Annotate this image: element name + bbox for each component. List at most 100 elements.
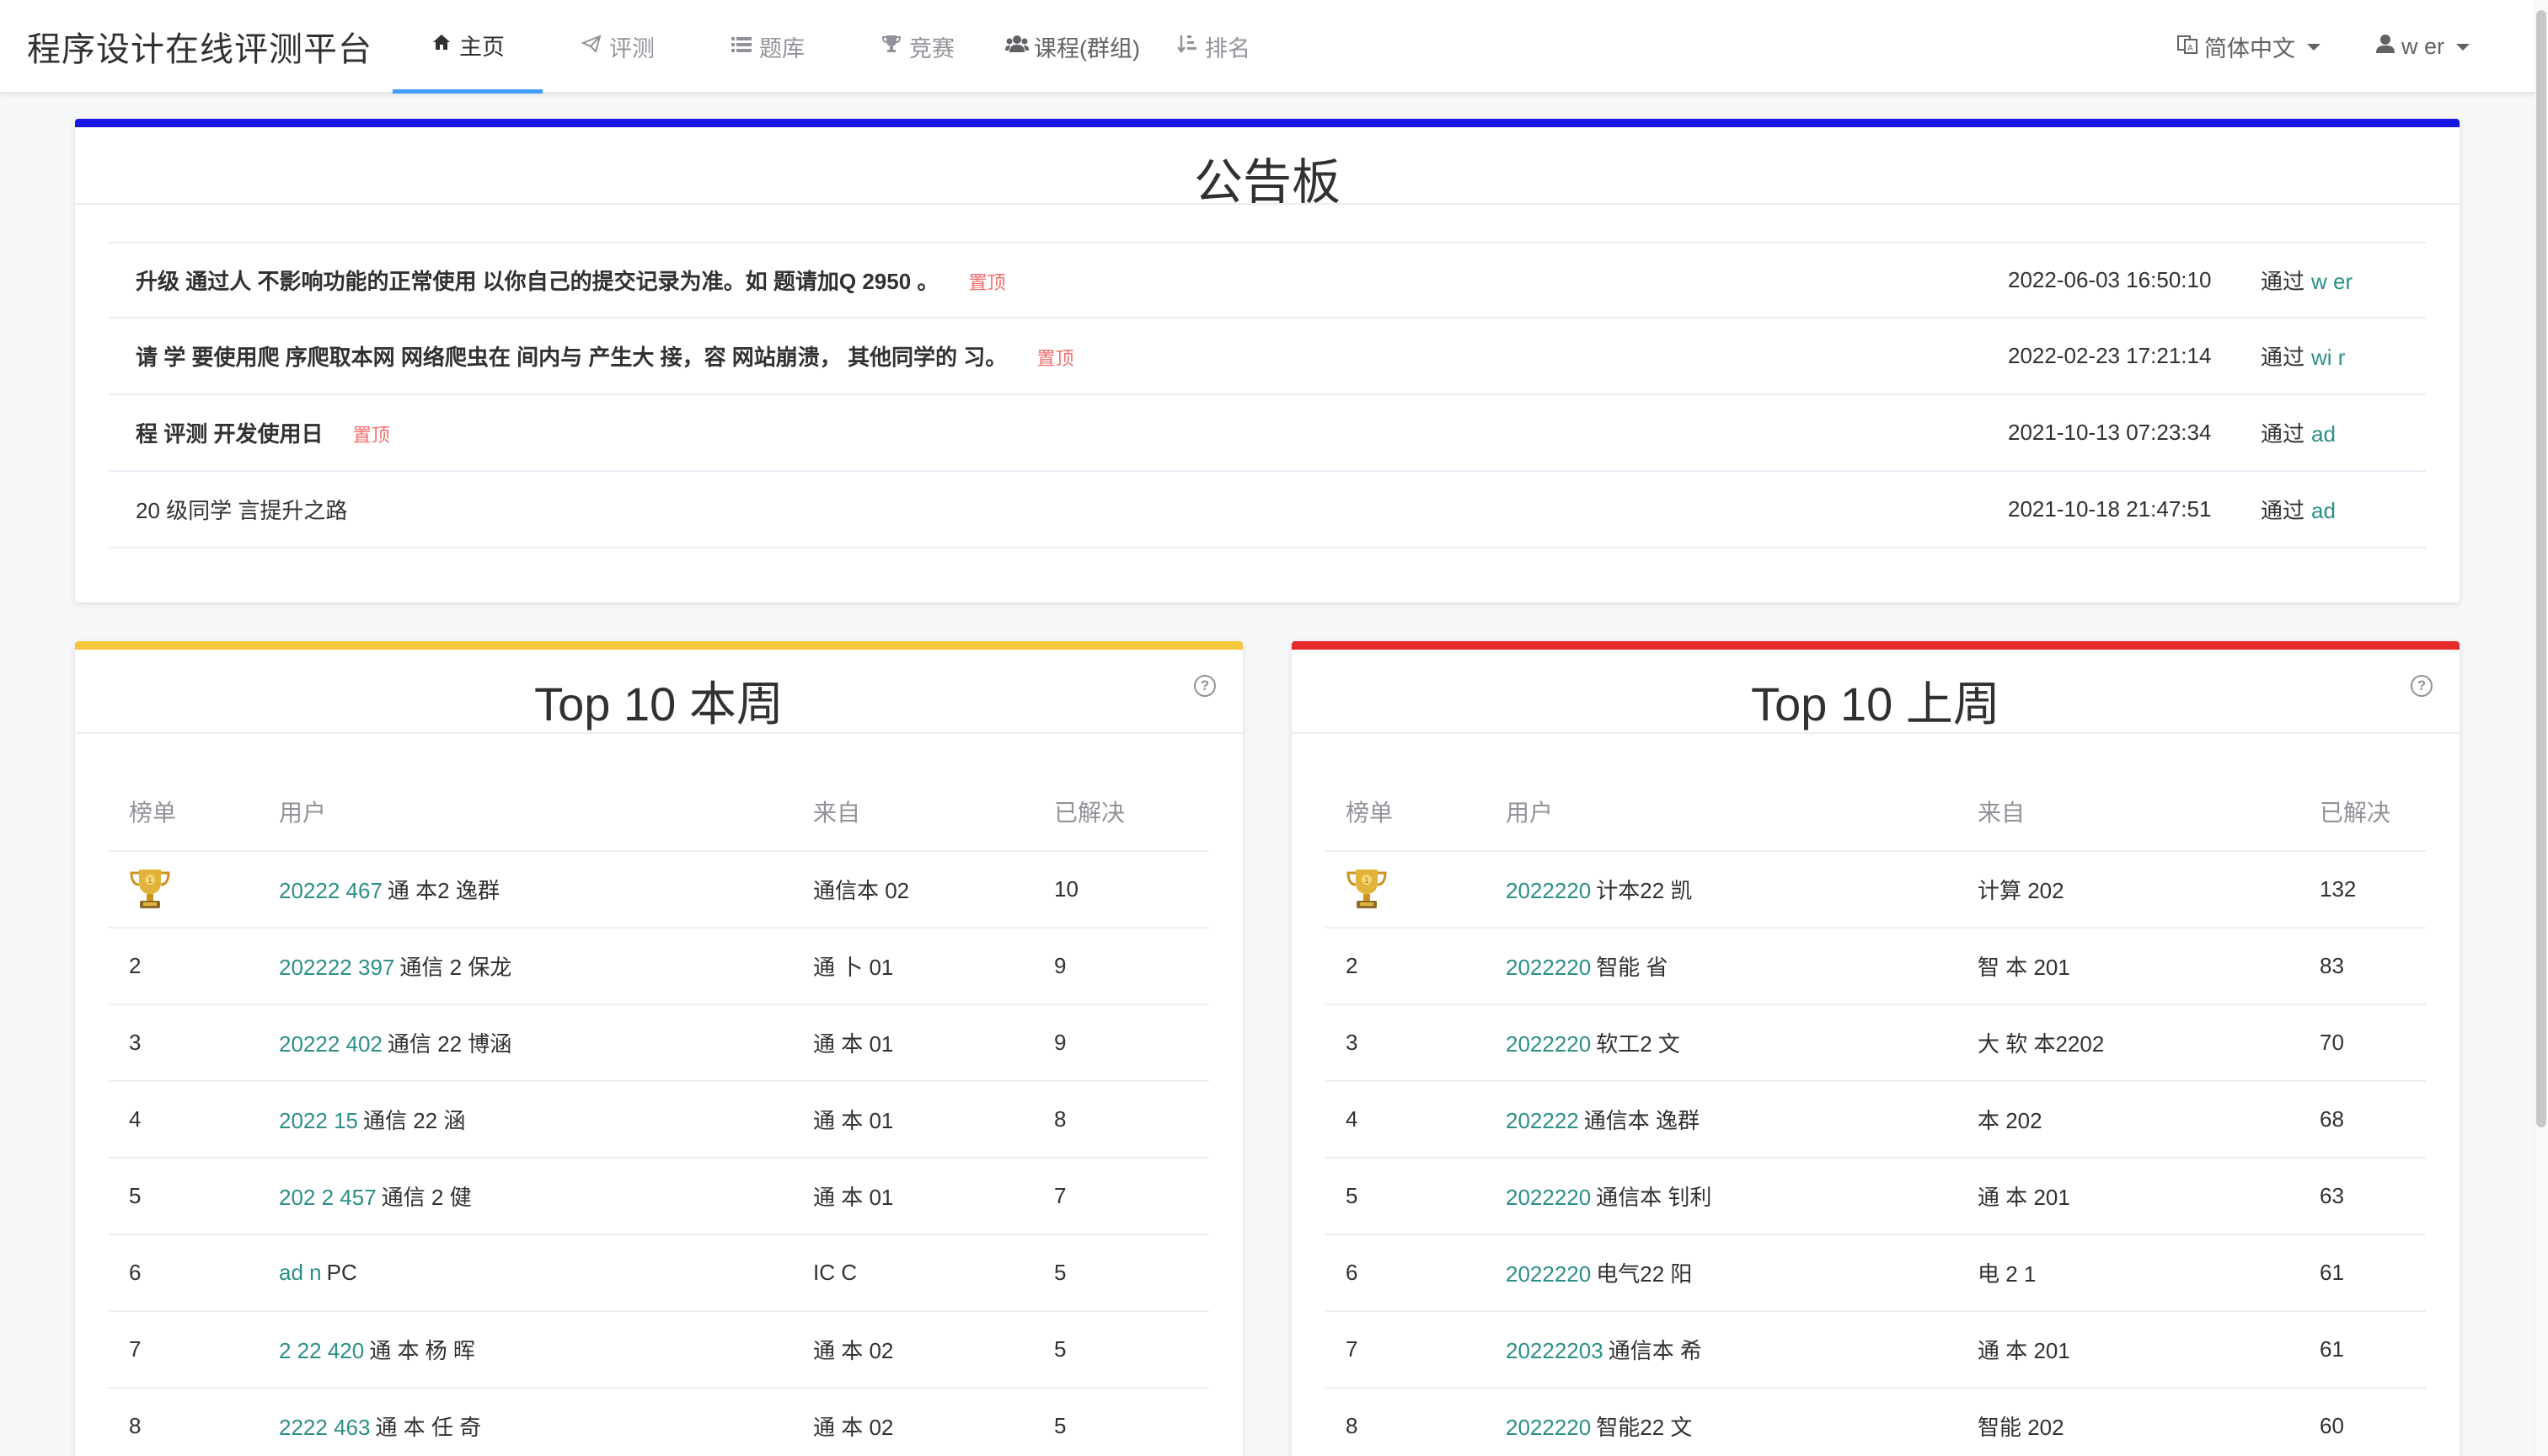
nav-contest[interactable]: 竞赛 — [843, 0, 993, 94]
user-id-link[interactable]: 202222 397 — [279, 955, 394, 980]
table-row[interactable]: 8 2022220 智能22 文 智能 202 60 — [1325, 1389, 2426, 1456]
user-nickname: 通 本 杨 晖 — [369, 1338, 475, 1363]
from-cell: IC C — [813, 1260, 857, 1285]
language-switcher[interactable]: A 简体中文 — [2177, 0, 2320, 94]
user-nickname: 通信本 钊利 — [1596, 1185, 1712, 1210]
table-row[interactable]: 2 202222 397 通信 2 保龙 通 卜 01 9 — [109, 929, 1209, 1005]
user-id-link[interactable]: 2022220 — [1506, 1185, 1591, 1210]
rank-cell: 7 — [129, 1336, 142, 1362]
nav-course[interactable]: 课程(群组) — [993, 0, 1153, 94]
announcement-item[interactable]: 升级 通过人 不影响功能的正常使用 以你自己的提交记录为准。如 题请加Q 295… — [109, 242, 2426, 318]
user-id-link[interactable]: 2022220 — [1506, 955, 1591, 980]
table-row[interactable]: 4 202222 通信本 逸群 本 202 68 — [1325, 1082, 2426, 1159]
help-icon[interactable]: ? — [1194, 675, 1216, 697]
user-id-link[interactable]: 202 2 457 — [279, 1185, 377, 1210]
table-row[interactable]: 3 20222 402 通信 22 博涵 通 本 01 9 — [109, 1005, 1209, 1082]
user-menu[interactable]: w er — [2376, 0, 2470, 94]
user-cell: 20222 467 通 本2 逸群 — [279, 874, 500, 905]
user-id-link[interactable]: 2022220 — [1506, 878, 1591, 903]
nav-home-label: 主页 — [459, 34, 505, 60]
table-row[interactable]: 7 20222203 通信本 希 通 本 201 61 — [1325, 1312, 2426, 1389]
help-icon[interactable]: ? — [2411, 675, 2433, 697]
table-row[interactable]: 1 20222 467 通 本2 逸群 通信本 02 10 — [109, 852, 1209, 929]
user-nickname: 智能 省 — [1596, 955, 1668, 980]
nav-submit[interactable]: 评测 — [543, 0, 693, 94]
header-solved: 已解决 — [2320, 800, 2391, 826]
top10-this-week-title: Top 10 本周 — [534, 677, 784, 731]
from-cell: 智能 202 — [1978, 1415, 2064, 1440]
user-nickname: 软工2 文 — [1596, 1031, 1680, 1057]
user-cell: ad n PC — [279, 1260, 357, 1286]
table-row[interactable]: 5 202 2 457 通信 2 健 通 本 01 7 — [109, 1159, 1209, 1235]
user-id-link[interactable]: 2 22 420 — [279, 1338, 364, 1363]
table-row[interactable]: 6 2022220 电气22 阳 电 2 1 61 — [1325, 1235, 2426, 1312]
sort-icon — [1176, 34, 1198, 60]
table-row[interactable]: 5 2022220 通信本 钊利 通 本 201 63 — [1325, 1159, 2426, 1235]
nav-problems[interactable]: 题库 — [693, 0, 843, 94]
user-id-link[interactable]: 20222 402 — [279, 1031, 383, 1057]
announcement-title[interactable]: 请 学 要使用爬 序爬取本网 网络爬虫在 间内与 产生大 接，容 网站崩溃， 其… — [136, 340, 1074, 372]
user-id-link[interactable]: 2022220 — [1506, 1031, 1591, 1057]
users-icon — [1005, 35, 1029, 59]
solved-count: 83 — [2320, 953, 2344, 978]
rank-cell: 3 — [129, 1030, 142, 1055]
author-link[interactable]: w er — [2311, 269, 2353, 294]
nav-course-label: 课程(群组) — [1034, 36, 1140, 62]
user-id-link[interactable]: 202222 — [1506, 1108, 1579, 1133]
announcement-title[interactable]: 20 级同学 言提升之路 — [136, 494, 347, 525]
announcement-item[interactable]: 20 级同学 言提升之路 2021-10-18 21:47:51 通过 ad — [109, 472, 2426, 549]
announcement-item[interactable]: 请 学 要使用爬 序爬取本网 网络爬虫在 间内与 产生大 接，容 网站崩溃， 其… — [109, 318, 2426, 395]
nav-submit-label: 评测 — [609, 36, 655, 62]
rank-cell: 8 — [129, 1413, 142, 1438]
announcement-item[interactable]: 程 评测 开发使用日 置顶 2021-10-13 07:23:34 通过 ad — [109, 395, 2426, 472]
announcement-title[interactable]: 程 评测 开发使用日 置顶 — [136, 417, 390, 448]
user-cell: 2022 15 通信 22 涵 — [279, 1104, 465, 1135]
announcement-time: 2022-06-03 16:50:10 — [2008, 267, 2212, 292]
rank-cell: 2 — [1346, 953, 1358, 978]
chevron-down-icon — [2456, 43, 2470, 51]
solved-count: 5 — [1054, 1260, 1067, 1285]
announcement-title[interactable]: 升级 通过人 不影响功能的正常使用 以你自己的提交记录为准。如 题请加Q 295… — [136, 265, 1006, 296]
author-link[interactable]: ad — [2311, 421, 2336, 447]
user-nickname: 通信本 逸群 — [1583, 1108, 1700, 1133]
user-id-link[interactable]: 2022220 — [1506, 1261, 1591, 1287]
table-row[interactable]: 7 2 22 420 通 本 杨 晖 通 本 02 5 — [109, 1312, 1209, 1389]
table-row[interactable]: 2 2022220 智能 省 智 本 201 83 — [1325, 929, 2426, 1005]
user-id-link[interactable]: 20222203 — [1506, 1338, 1603, 1363]
page-scrollbar-thumb[interactable] — [2536, 10, 2546, 1127]
announcement-author: 通过 ad — [2261, 494, 2336, 525]
author-prefix: 通过 — [2261, 421, 2305, 447]
user-cell: 202222 397 通信 2 保龙 — [279, 950, 511, 982]
user-cell: 2022220 通信本 钊利 — [1506, 1180, 1711, 1212]
header-solved: 已解决 — [1054, 800, 1126, 826]
nav-rank[interactable]: 排名 — [1153, 0, 1274, 94]
rank-cell: 7 — [1346, 1336, 1358, 1362]
table-row[interactable]: 4 2022 15 通信 22 涵 通 本 01 8 — [109, 1082, 1209, 1159]
user-cell: 202222 通信本 逸群 — [1506, 1104, 1700, 1135]
user-id-link[interactable]: 2222 463 — [279, 1415, 370, 1440]
solved-count: 7 — [1054, 1183, 1067, 1208]
author-link[interactable]: wi r — [2311, 345, 2345, 370]
table-row[interactable]: 3 2022220 软工2 文 大 软 本2202 70 — [1325, 1005, 2426, 1082]
user-cell: 20222203 通信本 希 — [1506, 1334, 1702, 1365]
top10-last-week-card: Top 10 上周 ? 榜单 用户 来自 已解决 1 2022220 计本22 凯计… — [1292, 641, 2460, 1456]
table-row[interactable]: 1 2022220 计本22 凯 计算 202 132 — [1325, 852, 2426, 929]
user-id-link[interactable]: 2022220 — [1506, 1415, 1591, 1440]
user-cell: 2022220 计本22 凯 — [1506, 874, 1692, 905]
user-id-link[interactable]: 2022 15 — [279, 1108, 358, 1133]
svg-text:A: A — [2187, 44, 2193, 53]
table-row[interactable]: 8 2222 463 通 本 任 奇 通 本 02 5 — [109, 1389, 1209, 1456]
site-brand[interactable]: 程序设计在线评测平台 — [27, 22, 372, 71]
rank-cell: 5 — [1346, 1183, 1358, 1208]
home-icon — [431, 33, 452, 57]
header-from: 来自 — [1978, 800, 2026, 826]
author-link[interactable]: ad — [2311, 498, 2336, 523]
table-row[interactable]: 6 ad n PC IC C 5 — [109, 1235, 1209, 1312]
nav-home[interactable]: 主页 — [393, 0, 543, 94]
trophy-icon: 1 — [1346, 867, 1388, 918]
user-id-link[interactable]: ad n — [279, 1260, 322, 1285]
user-id-link[interactable]: 20222 467 — [279, 878, 383, 903]
top10-last-week-title: Top 10 上周 — [1751, 677, 2000, 731]
rank-cell: 4 — [1346, 1106, 1358, 1132]
user-nickname: 计本22 凯 — [1596, 878, 1693, 903]
